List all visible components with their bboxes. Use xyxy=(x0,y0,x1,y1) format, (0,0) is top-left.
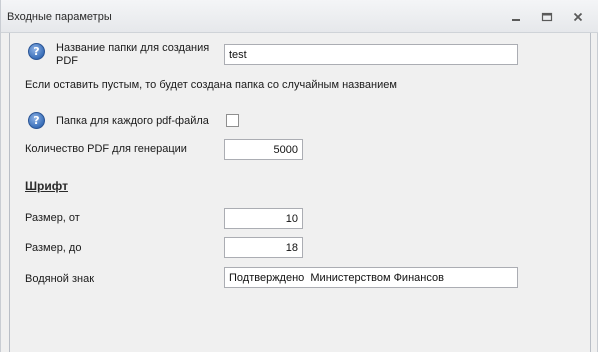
font-section-heading: Шрифт xyxy=(25,179,68,193)
size-from-input[interactable] xyxy=(224,208,303,229)
help-icon[interactable]: ? xyxy=(28,43,45,60)
watermark-input[interactable] xyxy=(224,267,518,288)
pdf-count-input[interactable] xyxy=(224,139,303,160)
close-icon xyxy=(573,12,583,22)
folder-name-input[interactable] xyxy=(224,44,518,65)
watermark-label: Водяной знак xyxy=(25,273,95,285)
size-to-input[interactable] xyxy=(224,237,303,258)
size-to-label: Размер, до xyxy=(25,242,82,254)
form-panel: ? Название папки для создания PDF Если о… xyxy=(9,33,591,352)
minimize-icon xyxy=(512,19,520,21)
restore-button[interactable] xyxy=(538,9,556,25)
window-title: Входные параметры xyxy=(7,11,112,23)
minimize-button[interactable] xyxy=(507,9,525,25)
folder-name-label-line2: PDF xyxy=(56,55,78,67)
close-button[interactable] xyxy=(569,9,587,25)
folder-name-hint: Если оставить пустым, то будет создана п… xyxy=(25,79,397,91)
pdf-count-label: Количество PDF для генерации xyxy=(25,143,187,155)
folder-per-file-checkbox[interactable] xyxy=(226,114,239,127)
help-icon[interactable]: ? xyxy=(28,112,45,129)
folder-name-label-line1: Название папки для создания xyxy=(56,42,210,54)
folder-per-file-label: Папка для каждого pdf-файла xyxy=(56,115,209,127)
size-from-label: Размер, от xyxy=(25,212,80,224)
restore-icon xyxy=(541,12,553,22)
dialog-window: Входные параметры ? Название папки для с… xyxy=(0,0,598,352)
title-bar[interactable]: Входные параметры xyxy=(1,0,598,33)
